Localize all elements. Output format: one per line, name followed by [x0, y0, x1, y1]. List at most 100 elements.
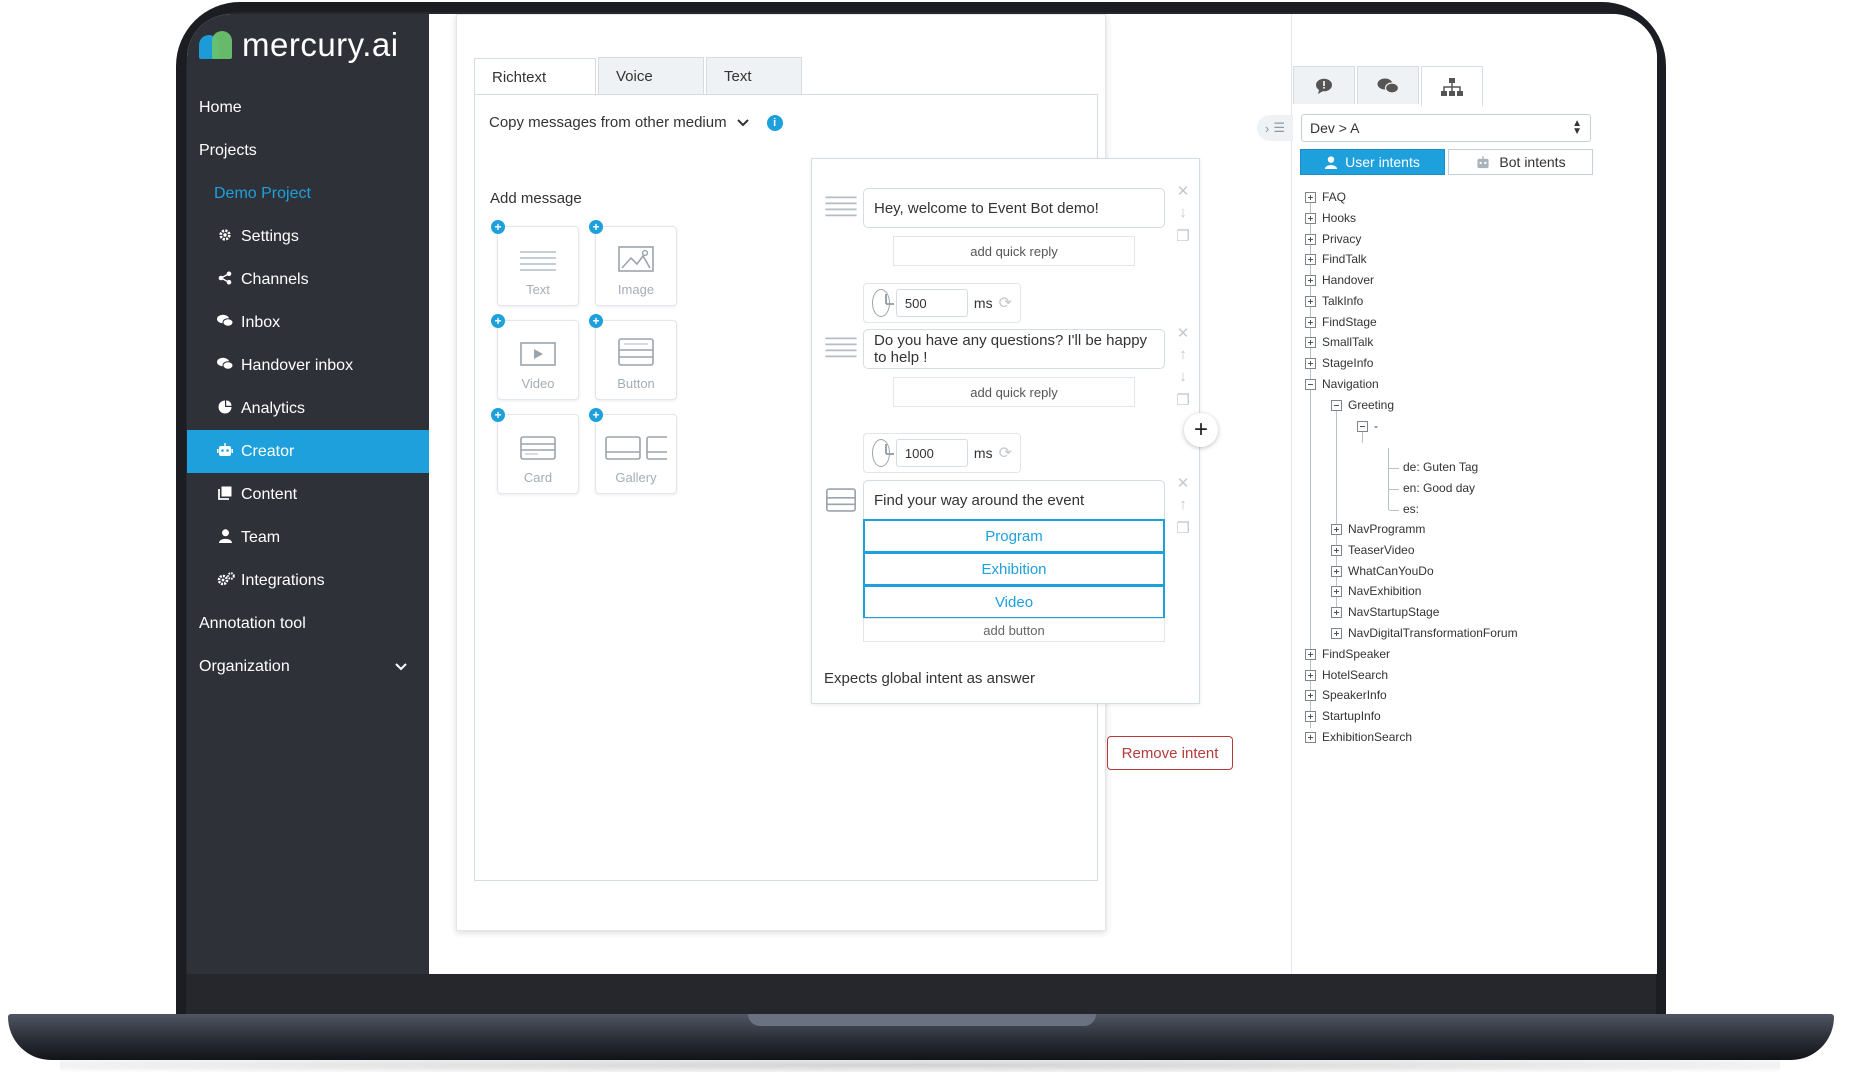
expand-icon[interactable] [1331, 585, 1342, 597]
add-message-button[interactable]: + [1184, 413, 1218, 447]
arrow-up-icon[interactable]: ↑ [1175, 496, 1191, 513]
tree-node-smalltalk[interactable]: SmallTalk [1305, 335, 1373, 349]
tree-node-navexhibition[interactable]: NavExhibition [1331, 584, 1421, 598]
delay-1-input[interactable] [895, 289, 968, 317]
user-intents-button[interactable]: User intents [1300, 149, 1445, 175]
expand-icon[interactable] [1331, 627, 1342, 639]
expand-icon[interactable] [1305, 336, 1316, 348]
sidebar-item-inbox[interactable]: Inbox [187, 301, 429, 344]
arrow-down-icon[interactable]: ↓ [1175, 204, 1191, 221]
arrow-up-icon[interactable]: ↑ [1175, 346, 1191, 363]
tree-node-greeting[interactable]: Greeting [1331, 398, 1394, 412]
expand-icon[interactable] [1331, 523, 1342, 535]
sidebar-item-projects[interactable]: Projects [187, 129, 429, 172]
tree-node-privacy[interactable]: Privacy [1305, 232, 1361, 246]
expand-icon[interactable] [1305, 274, 1316, 286]
tree-node-findspeaker[interactable]: FindSpeaker [1305, 647, 1390, 661]
expand-icon[interactable] [1305, 669, 1316, 681]
sidebar-item-organization[interactable]: Organization [187, 645, 429, 688]
sidebar-item-analytics[interactable]: Analytics [187, 387, 429, 430]
tree-node-exhibitionsearch[interactable]: ExhibitionSearch [1305, 730, 1412, 744]
tree-node-navigation[interactable]: Navigation [1305, 377, 1379, 391]
expand-icon[interactable] [1331, 544, 1342, 556]
tree-node-talkinfo[interactable]: TalkInfo [1305, 294, 1363, 308]
refresh-icon[interactable]: ⟳ [999, 443, 1012, 463]
sidebar-item-team[interactable]: Team [187, 516, 429, 559]
expand-icon[interactable] [1331, 565, 1342, 577]
sidebar-item-creator[interactable]: Creator [187, 430, 429, 473]
duplicate-icon[interactable]: ❐ [1175, 519, 1191, 537]
sidebar-item-demo-project[interactable]: Demo Project [187, 172, 429, 215]
delay-2-input[interactable] [895, 439, 968, 467]
sidebar-item-integrations[interactable]: Integrations [187, 559, 429, 602]
sidebar-item-home[interactable]: Home [187, 86, 429, 129]
expand-icon[interactable] [1305, 731, 1316, 743]
tree-node-hooks[interactable]: Hooks [1305, 211, 1356, 225]
expand-icon[interactable] [1305, 316, 1316, 328]
bot-intents-button[interactable]: Bot intents [1448, 149, 1593, 175]
environment-select[interactable]: Dev > A ▲ ▼ [1301, 114, 1591, 142]
tree-node-findtalk[interactable]: FindTalk [1305, 252, 1367, 266]
tree-node-teaservideo[interactable]: TeaserVideo [1331, 543, 1415, 557]
collapse-icon[interactable] [1331, 399, 1342, 411]
expand-icon[interactable] [1305, 357, 1316, 369]
tree-node-whatcanyoudo[interactable]: WhatCanYouDo [1331, 564, 1434, 578]
logo[interactable]: mercury.ai [199, 20, 399, 70]
arrow-down-icon[interactable]: ↓ [1175, 368, 1191, 385]
close-icon[interactable]: ✕ [1175, 474, 1191, 492]
expand-icon[interactable] [1305, 191, 1316, 203]
tile-card[interactable]: + Card [491, 408, 579, 494]
expand-icon[interactable] [1305, 212, 1316, 224]
sidebar-item-settings[interactable]: Settings [187, 215, 429, 258]
tree-node-startupinfo[interactable]: StartupInfo [1305, 709, 1381, 723]
tab-alert[interactable] [1293, 66, 1355, 104]
close-icon[interactable]: ✕ [1175, 182, 1191, 200]
tree-node-dash[interactable]: - [1357, 419, 1378, 433]
duplicate-icon[interactable]: ❐ [1175, 391, 1191, 409]
tree-node-faq[interactable]: FAQ [1305, 190, 1346, 204]
tile-button[interactable]: + Button [589, 314, 677, 400]
tab-conversations[interactable] [1357, 66, 1419, 104]
collapse-icon[interactable] [1357, 420, 1368, 432]
duplicate-icon[interactable]: ❐ [1175, 227, 1191, 245]
tab-text[interactable]: Text [706, 57, 802, 95]
expand-icon[interactable] [1305, 295, 1316, 307]
button-option-program[interactable]: Program [863, 519, 1165, 553]
tree-node-speakerinfo[interactable]: SpeakerInfo [1305, 688, 1387, 702]
tile-image[interactable]: + Image [589, 220, 677, 306]
tree-node-translation-es[interactable]: es: [1403, 502, 1419, 516]
sidebar-item-handover-inbox[interactable]: Handover inbox [187, 344, 429, 387]
sidebar-item-channels[interactable]: Channels [187, 258, 429, 301]
tile-video[interactable]: + Video [491, 314, 579, 400]
tab-voice[interactable]: Voice [598, 57, 704, 95]
tree-node-hotelsearch[interactable]: HotelSearch [1305, 668, 1388, 682]
button-option-video[interactable]: Video [863, 585, 1165, 619]
expand-icon[interactable] [1305, 648, 1316, 660]
tree-node-translation-de[interactable]: de: Guten Tag [1403, 460, 1478, 474]
tree-node-findstage[interactable]: FindStage [1305, 315, 1377, 329]
expand-icon[interactable] [1305, 689, 1316, 701]
tree-node-navprogramm[interactable]: NavProgramm [1331, 522, 1425, 536]
expand-icon[interactable] [1305, 253, 1316, 265]
message-3-bubble[interactable]: Find your way around the event [863, 480, 1165, 520]
close-icon[interactable]: ✕ [1175, 324, 1191, 342]
sidebar-item-content[interactable]: Content [187, 473, 429, 516]
remove-intent-button[interactable]: Remove intent [1107, 736, 1233, 770]
tree-node-translation-en[interactable]: en: Good day [1403, 481, 1475, 495]
tree-node-navstartupstage[interactable]: NavStartupStage [1331, 605, 1439, 619]
expand-icon[interactable] [1305, 710, 1316, 722]
expand-icon[interactable] [1305, 233, 1316, 245]
tab-richtext[interactable]: Richtext [474, 58, 596, 96]
tab-intent-tree[interactable] [1421, 66, 1483, 106]
expand-icon[interactable] [1331, 606, 1342, 618]
tile-text[interactable]: + Text [491, 220, 579, 306]
sidebar-item-annotation-tool[interactable]: Annotation tool [187, 602, 429, 645]
message-2-bubble[interactable]: Do you have any questions? I'll be happy… [863, 329, 1165, 369]
tree-node-navdigitaltransformationforum[interactable]: NavDigitalTransformationForum [1331, 626, 1518, 640]
add-button[interactable]: add button [863, 618, 1165, 642]
collapse-icon[interactable] [1305, 378, 1316, 390]
message-1-bubble[interactable]: Hey, welcome to Event Bot demo! [863, 188, 1165, 228]
tree-node-stageinfo[interactable]: StageInfo [1305, 356, 1373, 370]
tile-gallery[interactable]: + Gallery [589, 408, 677, 494]
refresh-icon[interactable]: ⟳ [999, 293, 1012, 313]
